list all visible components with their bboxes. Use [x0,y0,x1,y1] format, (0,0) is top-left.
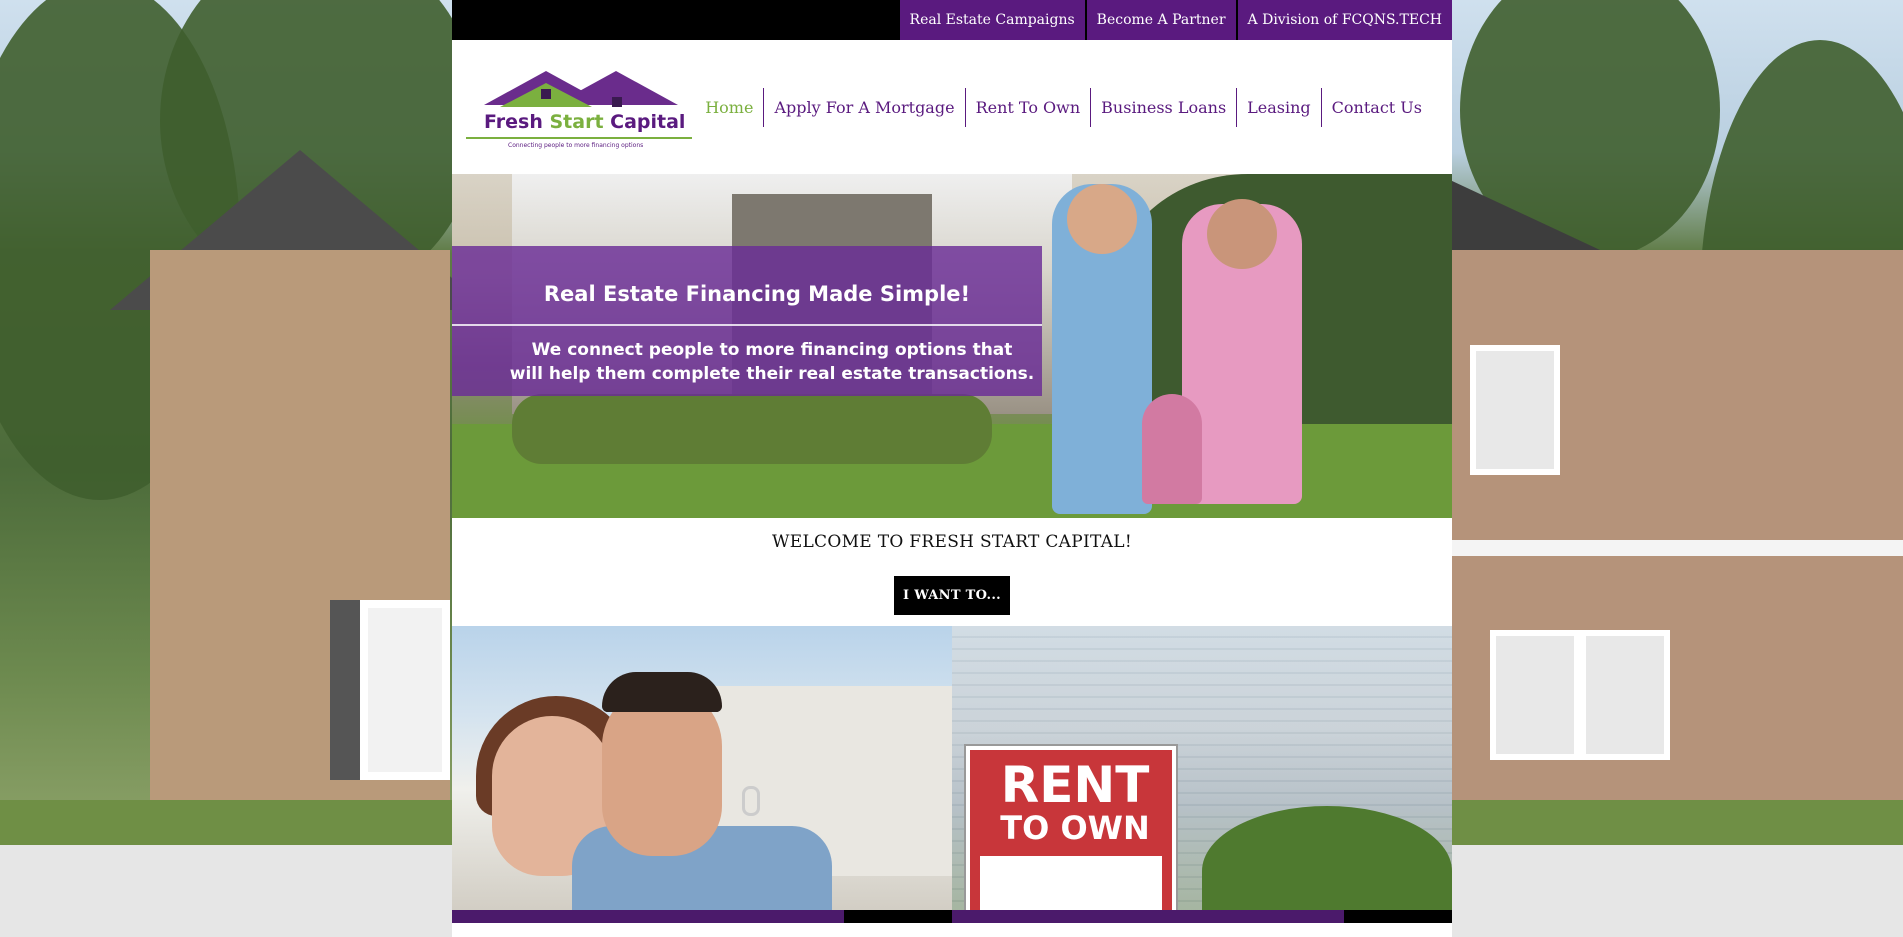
logo-wordmark: Fresh Start Capital [484,111,685,133]
rent-sign-line-2: TO OWN [1000,809,1150,847]
logo-underline [466,137,692,139]
topbar-link-division[interactable]: A Division of FCQNS.TECH [1235,0,1452,40]
feature-tiles: RENT TO OWN [452,626,1452,923]
background-window [360,600,450,780]
site-header: Fresh Start Capital Connecting people to… [452,40,1452,174]
nav-item-home[interactable]: Home [695,88,763,127]
tile-caption-button[interactable] [844,910,952,923]
hero-overlay: Real Estate Financing Made Simple! We co… [452,246,1042,396]
tile-caption-button[interactable] [1344,910,1452,923]
hero-banner: Real Estate Financing Made Simple! We co… [452,174,1452,518]
site-container: Real Estate Campaigns Become A Partner A… [452,0,1452,937]
hero-title: Real Estate Financing Made Simple! [543,282,971,306]
nav-item-rent-to-own[interactable]: Rent To Own [964,87,1091,127]
background-window [1470,345,1560,475]
welcome-heading: WELCOME TO FRESH START CAPITAL! [771,532,1133,552]
hero-person-child [1142,394,1202,504]
hero-person-woman-head [1207,199,1277,269]
topbar-link-real-estate-campaigns[interactable]: Real Estate Campaigns [897,0,1085,40]
hero-subtitle: We connect people to more financing opti… [452,338,1092,386]
tile-rent-to-own[interactable]: RENT TO OWN [952,626,1452,923]
rent-sign-blank-panel [980,856,1162,910]
topbar-link-become-a-partner[interactable]: Become A Partner [1084,0,1236,40]
welcome-section: WELCOME TO FRESH START CAPITAL! I WANT T… [452,518,1452,626]
top-bar: Real Estate Campaigns Become A Partner A… [452,0,1452,40]
house-keys-icon [742,786,760,816]
background-window [1580,630,1670,760]
rent-sign-line-1: RENT [1000,756,1150,814]
logo-word-capital: Capital [603,111,686,133]
background-window [1490,630,1580,760]
hero-subtitle-line-2: will help them complete their real estat… [509,364,1035,384]
nav-item-apply-for-a-mortgage[interactable]: Apply For A Mortgage [763,87,964,127]
nav-item-business-loans[interactable]: Business Loans [1090,87,1236,127]
rent-to-own-sign: RENT TO OWN [966,746,1176,918]
logo-tagline: Connecting people to more financing opti… [508,142,644,149]
i-want-to-button[interactable]: I WANT TO... [894,576,1010,615]
site-logo[interactable]: Fresh Start Capital Connecting people to… [466,57,695,157]
logo-window-icon [541,89,551,99]
logo-window-icon [612,97,622,107]
hero-shrubs [512,394,992,464]
tile-homebuyers[interactable] [452,626,952,923]
background-porch [1450,540,1903,556]
logo-word-start: Start [549,111,604,133]
hero-divider [452,324,1042,326]
hero-person-man-head [1067,184,1137,254]
nav-item-leasing[interactable]: Leasing [1236,87,1321,127]
nav-item-contact-us[interactable]: Contact Us [1320,87,1432,127]
hero-subtitle-line-1: We connect people to more financing opti… [531,340,1013,360]
tile-man-hair [602,672,722,712]
main-nav: Home Apply For A Mortgage Rent To Own Bu… [695,87,1432,127]
logo-word-fresh: Fresh [484,111,550,133]
